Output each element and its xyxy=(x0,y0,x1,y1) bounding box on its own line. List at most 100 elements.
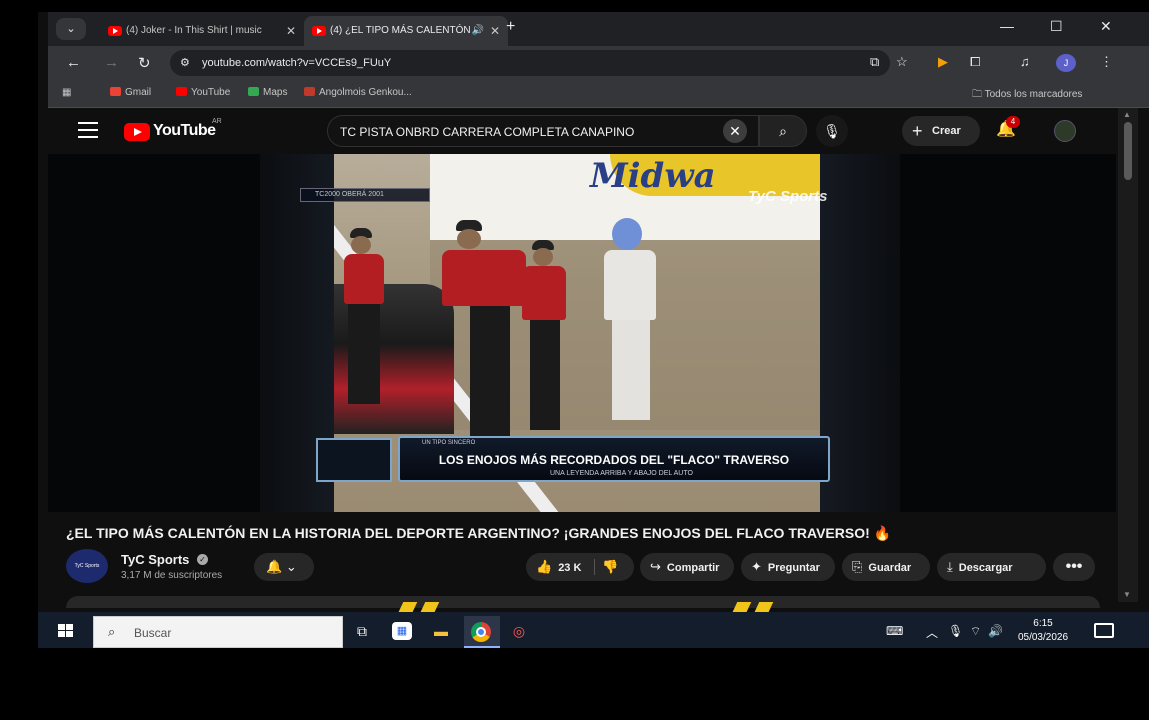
speaker-icon[interactable]: 🔊 xyxy=(472,16,484,46)
subscriber-count: 3,17 M de suscriptores xyxy=(121,570,223,581)
address-url: youtube.com/watch?v=VCCEs9_FUuY xyxy=(202,57,392,69)
chevron-down-icon: ⌄ xyxy=(285,559,297,574)
menu-dots-icon[interactable]: ⋮ xyxy=(1100,54,1113,70)
clear-search-icon[interactable]: ✕ xyxy=(723,119,747,143)
description-panel[interactable] xyxy=(66,596,1100,608)
search-input[interactable]: TC PISTA ONBRD CARRERA COMPLETA CANAPINO xyxy=(327,115,759,147)
like-divider xyxy=(594,559,595,575)
channel-name[interactable]: TyC Sports xyxy=(121,552,189,567)
gmail-icon xyxy=(110,87,121,96)
bookmark-maps[interactable]: Maps xyxy=(248,87,287,98)
tab-label: (4) Joker - In This Shirt | music xyxy=(126,25,262,36)
youtube-favicon-icon xyxy=(108,26,122,36)
back-button[interactable]: ← xyxy=(66,54,81,71)
bookmark-angolmois[interactable]: Angolmois Genkou... xyxy=(304,87,412,98)
page-scrollbar[interactable]: ▲ ▼ xyxy=(1118,108,1138,602)
video-player[interactable]: Midwa TC2000 OBERÁ 2001 TyC Sports UN TI… xyxy=(48,154,1116,512)
like-dislike-group: 👍 23 K 👎 xyxy=(526,553,634,581)
search-button[interactable]: ⌕ xyxy=(759,115,807,147)
microphone-icon[interactable]: 🎙 xyxy=(948,624,963,638)
banner-text: Midwa xyxy=(590,156,716,196)
country-code: AR xyxy=(212,118,222,125)
taskbar-search-input[interactable]: ⌕ Buscar xyxy=(93,616,343,648)
download-icon: ⤓ xyxy=(947,559,953,574)
scrollbar-thumb[interactable] xyxy=(1124,122,1132,180)
volume-icon[interactable]: 🔊 xyxy=(988,624,1003,638)
maps-icon xyxy=(248,87,259,96)
apps-grid-icon[interactable]: ▦ xyxy=(62,87,71,98)
media-controls-icon[interactable]: ♫ xyxy=(1020,54,1030,69)
share-button[interactable]: ↪ Compartir xyxy=(640,553,734,581)
recorder-icon[interactable]: ◎ xyxy=(508,620,530,642)
bookmark-gmail[interactable]: Gmail xyxy=(110,87,151,98)
sparkle-icon: ✦ xyxy=(751,559,762,574)
save-label: Guardar xyxy=(868,562,912,574)
scroll-up-icon[interactable]: ▲ xyxy=(1123,110,1131,119)
tray-chevron-icon[interactable]: ︿ xyxy=(926,624,938,641)
reload-button[interactable]: ↻ xyxy=(138,54,151,72)
lower-third-title: LOS ENOJOS MÁS RECORDADOS DEL "FLACO" TR… xyxy=(438,453,790,467)
like-icon[interactable]: 👍 xyxy=(536,553,552,581)
broadcast-tag: TC2000 OBERÁ 2001 xyxy=(300,188,430,202)
bookmark-label: Gmail xyxy=(125,87,152,98)
dislike-icon[interactable]: 👎 xyxy=(602,553,618,581)
hamburger-menu-icon[interactable] xyxy=(78,122,98,138)
bookmark-label: Angolmois Genkou... xyxy=(319,87,412,98)
lower-third-thumbnail xyxy=(316,438,392,482)
keyboard-icon[interactable]: ⌨ xyxy=(886,624,903,638)
minimize-button[interactable]: — xyxy=(1000,18,1014,34)
site-info-icon[interactable]: ⚙ xyxy=(180,56,190,69)
voice-search-icon[interactable]: 🎙 xyxy=(816,115,848,147)
bookmark-youtube[interactable]: YouTube xyxy=(176,87,230,98)
youtube-wordmark: YouTube xyxy=(153,122,216,139)
profile-avatar[interactable]: J xyxy=(1056,54,1076,72)
extensions-icon[interactable]: ⧠ xyxy=(970,54,980,70)
like-count[interactable]: 23 K xyxy=(558,562,581,574)
clock-time[interactable]: 6:15 xyxy=(1013,618,1073,629)
save-button[interactable]: ⎘ Guardar xyxy=(842,553,930,581)
channel-avatar[interactable]: TyC Sports xyxy=(66,549,108,583)
search-icon: ⌕ xyxy=(108,624,116,639)
address-bar[interactable]: ⚙ youtube.com/watch?v=VCCEs9_FUuY xyxy=(170,50,890,76)
search-query: TC PISTA ONBRD CARRERA COMPLETA CANAPINO xyxy=(340,125,635,139)
bookmark-star-icon[interactable]: ☆ xyxy=(896,54,908,70)
lower-third-kicker: UN TIPO SINCERO xyxy=(422,440,476,446)
notifications-icon[interactable] xyxy=(1094,623,1114,638)
tab-label: (4) ¿EL TIPO MÁS CALENTÓN xyxy=(330,25,470,36)
site-icon xyxy=(304,87,315,96)
media-extension-icon[interactable]: ▶ xyxy=(938,54,948,70)
youtube-play-icon xyxy=(124,123,150,141)
create-button[interactable]: + Crear xyxy=(902,116,980,146)
tab-strip: ⌄ (4) Joker - In This Shirt | music ✕ (4… xyxy=(48,12,1149,46)
more-actions-button[interactable]: ••• xyxy=(1053,553,1095,581)
youtube-favicon-icon xyxy=(312,26,326,36)
scroll-down-icon[interactable]: ▼ xyxy=(1123,590,1131,599)
close-window-button[interactable]: ✕ xyxy=(1100,18,1112,35)
tab-active-video[interactable]: (4) ¿EL TIPO MÁS CALENTÓN 🔊 ✕ xyxy=(304,16,508,46)
clock-date[interactable]: 05/03/2026 xyxy=(1010,632,1076,643)
tab-joker[interactable]: (4) Joker - In This Shirt | music ✕ xyxy=(100,16,304,46)
screen: ⌄ (4) Joker - In This Shirt | music ✕ (4… xyxy=(38,12,1149,648)
download-button[interactable]: ⤓ Descargar xyxy=(937,553,1046,581)
close-tab-icon[interactable]: ✕ xyxy=(286,16,296,46)
new-tab-button[interactable]: + xyxy=(506,18,515,36)
store-icon[interactable]: ▦ xyxy=(392,622,412,640)
windows-start-icon[interactable] xyxy=(58,624,74,638)
maximize-button[interactable]: ☐ xyxy=(1050,18,1063,35)
subscription-bell-button[interactable]: 🔔 ⌄ xyxy=(254,553,314,581)
task-view-icon[interactable]: ⧉ xyxy=(351,620,373,642)
download-label: Descargar xyxy=(958,562,1013,574)
close-tab-icon[interactable]: ✕ xyxy=(490,16,500,46)
bookmark-label: YouTube xyxy=(191,87,231,98)
bell-icon: 🔔 xyxy=(266,559,283,574)
file-explorer-icon[interactable]: ▬ xyxy=(430,620,452,642)
forward-button[interactable]: → xyxy=(104,54,119,71)
tab-search-button[interactable]: ⌄ xyxy=(56,18,86,40)
taskbar-search-placeholder: Buscar xyxy=(134,626,172,640)
ask-button[interactable]: ✦ Preguntar xyxy=(741,553,835,581)
cast-icon[interactable]: ⧉ xyxy=(870,54,879,70)
network-icon[interactable]: ⌔ xyxy=(970,624,981,639)
account-avatar[interactable] xyxy=(1054,120,1076,142)
all-bookmarks[interactable]: 🗀 Todos los marcadores xyxy=(972,87,1082,104)
folder-icon: 🗀 xyxy=(972,89,985,100)
